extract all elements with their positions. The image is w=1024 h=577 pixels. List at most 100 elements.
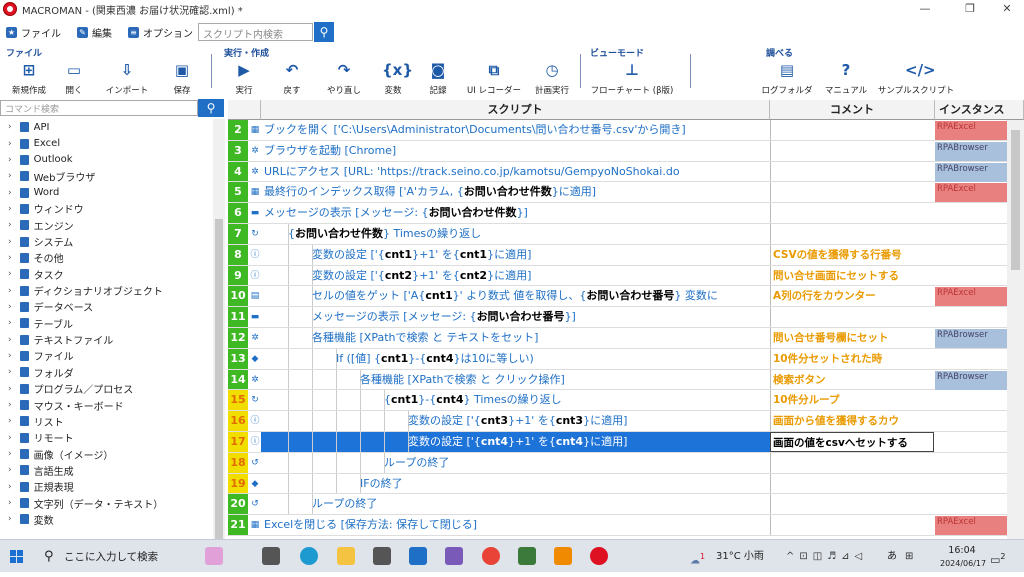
tree-item[interactable]: › ディクショナリオブジェクト (0, 282, 212, 298)
table-row[interactable]: 9 ⓘ 変数の設定 ['{cnt2}+1' を{cnt2}に適用] 問い合せ画面にセッ… (228, 265, 1024, 287)
undo-button[interactable]: ↶ 戻す (274, 60, 310, 96)
command-search-input[interactable]: コマンド検索 (0, 100, 198, 116)
row-number[interactable]: 4 (228, 161, 248, 182)
menu-file[interactable]: ★ ファイル (6, 25, 61, 40)
task-view-icon[interactable] (262, 547, 280, 565)
row-number[interactable]: 3 (228, 140, 248, 161)
weather-icon[interactable]: ☁1 (690, 540, 710, 573)
import-button[interactable]: ⇩ インポート (102, 60, 152, 96)
tree-item[interactable]: › その他 (0, 250, 212, 266)
tree-item[interactable]: › Excel (0, 135, 212, 151)
command-search-button[interactable]: ⚲ (198, 99, 224, 117)
table-row[interactable]: 8 ⓘ 変数の設定 ['{cnt1}+1' を{cnt1}に適用] CSVの値を獲得す… (228, 244, 1024, 266)
maximize-button[interactable]: ❐ (955, 0, 985, 18)
table-row[interactable]: 3 ✲ ブラウザを起動 [Chrome] RPABrowser (228, 140, 1024, 162)
mail-icon[interactable] (409, 547, 427, 565)
ui-recorder-button[interactable]: ⧉ UI レコーダー (462, 60, 526, 96)
ime-indicator[interactable]: あ (887, 540, 897, 573)
instance-cell[interactable]: RPAExcel (935, 516, 1015, 536)
row-number[interactable]: 21 (228, 515, 248, 535)
row-number[interactable]: 17 (228, 432, 248, 452)
instance-cell[interactable] (935, 308, 1015, 327)
tree-item[interactable]: › タスク (0, 266, 212, 282)
instance-cell[interactable]: RPABrowser (935, 141, 1015, 161)
instance-cell[interactable] (935, 267, 1015, 286)
instance-cell[interactable]: RPABrowser (935, 329, 1015, 348)
instance-cell[interactable] (935, 412, 1015, 431)
calculator-icon[interactable] (518, 547, 536, 565)
store-icon[interactable] (373, 547, 391, 565)
table-row[interactable]: 2 ▦ ブックを開く ['C:\Users\Administrator\Docume… (228, 120, 1024, 141)
log-folder-button[interactable]: ▤ ログフォルダ (760, 60, 814, 96)
row-number[interactable]: 20 (228, 494, 248, 515)
instance-cell[interactable] (935, 246, 1015, 265)
tree-item[interactable]: › 文字列（データ・テキスト） (0, 495, 212, 511)
table-row[interactable]: 21 ▦ Excelを閉じる [保存方法: 保存して閉じる] RPAExcel (228, 515, 1024, 536)
comment-cell[interactable] (770, 161, 934, 182)
comment-cell[interactable]: 画面の値をcsvへセットする (770, 432, 934, 452)
row-number[interactable]: 13 (228, 348, 248, 369)
header-script[interactable]: スクリプト (261, 100, 770, 120)
tree-item[interactable]: › API (0, 119, 212, 135)
macroman-taskbar-icon[interactable] (590, 547, 608, 565)
menu-edit[interactable]: ✎ 編集 (77, 25, 112, 40)
tree-item[interactable]: › システム (0, 233, 212, 249)
row-number[interactable]: 5 (228, 182, 248, 203)
row-number[interactable]: 19 (228, 473, 248, 494)
tree-item[interactable]: › マウス・キーボード (0, 397, 212, 413)
comment-cell[interactable]: 10件分ループ (770, 390, 934, 411)
menu-options[interactable]: ≡ オプション (128, 25, 193, 40)
instance-cell[interactable]: RPAExcel (935, 183, 1015, 203)
tree-item[interactable]: › 画像（イメージ） (0, 446, 212, 462)
comment-cell[interactable]: 問い合せ番号欄にセット (770, 328, 934, 348)
save-button[interactable]: ▣ 保存 (164, 60, 200, 96)
instance-cell[interactable] (935, 454, 1015, 473)
table-row[interactable]: 14 ✲ 各種機能 [XPathで検索 と クリック操作] 検索ボタン RPABrows… (228, 369, 1024, 391)
row-number[interactable]: 18 (228, 452, 248, 473)
comment-cell[interactable] (770, 473, 934, 494)
clock[interactable]: 16:04 2024/06/17 (940, 544, 986, 570)
comment-cell[interactable]: 問い合せ画面にセットする (770, 265, 934, 286)
notification-button[interactable]: ▭2 (990, 540, 1006, 573)
tree-item[interactable]: › データベース (0, 299, 212, 315)
redo-button[interactable]: ↷ やり直し (322, 60, 366, 96)
row-number[interactable]: 11 (228, 307, 248, 327)
sample-script-button[interactable]: </> サンプルスクリプト (876, 60, 956, 96)
comment-cell[interactable]: 画面から値を獲得するカウ (770, 411, 934, 431)
row-number[interactable]: 16 (228, 411, 248, 431)
flowchart-button[interactable]: ⊥ フローチャート (β版) (586, 60, 678, 96)
header-comment[interactable]: コメント (770, 100, 935, 120)
tree-item[interactable]: › ウィンドウ (0, 201, 212, 217)
row-number[interactable]: 6 (228, 203, 248, 223)
row-number[interactable]: 2 (228, 120, 248, 140)
script-search-input[interactable]: スクリプト内検索 (198, 23, 313, 41)
new-file-button[interactable]: ⊞ 新規作成 (8, 60, 50, 96)
run-button[interactable]: ▶ 実行 (226, 60, 262, 96)
windows-start-icon[interactable] (10, 550, 24, 564)
comment-cell[interactable] (770, 203, 934, 223)
table-row[interactable]: 5 ▦ 最終行のインデックス取得 ['A'カラム, {お問い合わせ件数}に適用] RP… (228, 182, 1024, 204)
instance-cell[interactable] (935, 350, 1015, 369)
comment-cell[interactable] (770, 140, 934, 161)
command-tree-scrollbar[interactable] (213, 119, 225, 539)
instance-cell[interactable]: RPAExcel (935, 287, 1015, 307)
tray-icons[interactable]: ^⊡◫♬⊿◁ (786, 540, 867, 573)
weather-text[interactable]: 31°C 小雨 (716, 540, 764, 573)
table-row[interactable]: 19 ◆ IFの終了 (228, 473, 1024, 495)
row-number[interactable]: 7 (228, 224, 248, 244)
tree-item[interactable]: › 変数 (0, 511, 212, 527)
manual-button[interactable]: ? マニュアル (822, 60, 870, 96)
row-number[interactable]: 10 (228, 286, 248, 307)
script-grid-scrollbar[interactable] (1007, 120, 1024, 540)
header-instance[interactable]: インスタンス (935, 100, 1024, 120)
close-button[interactable]: ✕ (992, 0, 1022, 18)
schedule-button[interactable]: ◷ 計画実行 (528, 60, 576, 96)
tree-item[interactable]: › Word (0, 184, 212, 200)
instance-cell[interactable] (935, 495, 1015, 514)
table-row[interactable]: 12 ✲ 各種機能 [XPathで検索 と テキストをセット] 問い合せ番号欄にセット… (228, 328, 1024, 349)
tree-item[interactable]: › 正規表現 (0, 479, 212, 495)
table-row[interactable]: 6 ▬ メッセージの表示 [メッセージ: {お問い合わせ件数}] (228, 203, 1024, 224)
chrome-icon[interactable] (482, 547, 500, 565)
tree-item[interactable]: › フォルダ (0, 364, 212, 380)
tree-item[interactable]: › ファイル (0, 348, 212, 364)
